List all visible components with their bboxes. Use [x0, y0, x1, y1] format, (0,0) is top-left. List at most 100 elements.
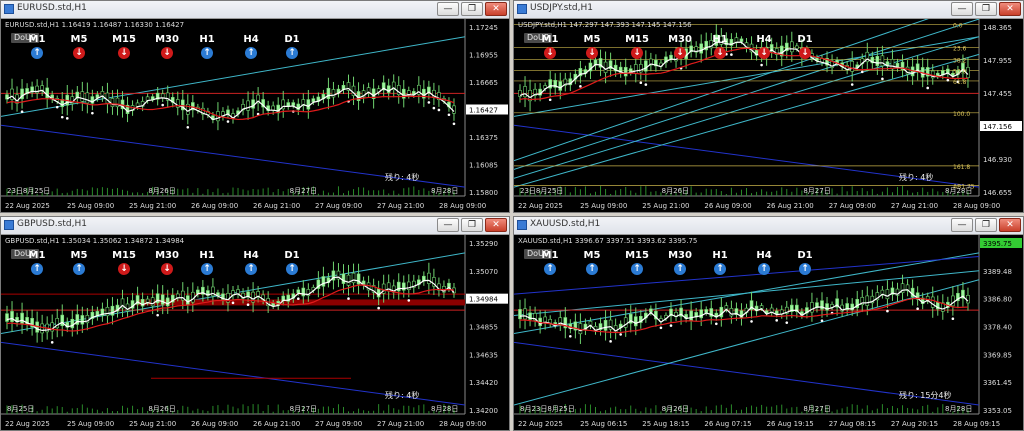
timeframe-up-icon: ↑ [245, 47, 257, 59]
price-axis-label: 1.16665 [469, 79, 498, 87]
timeframe-up-icon: ↑ [544, 263, 556, 275]
time-axis-label: 26 Aug 19:15 [767, 420, 814, 428]
timeframe-up-icon: ↑ [201, 47, 213, 59]
timeframe-label-m15: M15 [625, 34, 649, 45]
time-axis-label: 25 Aug 21:00 [129, 202, 176, 210]
timeframe-down-icon: ↓ [118, 263, 130, 275]
time-axis-label: 27 Aug 09:00 [315, 420, 362, 428]
chart-window-xau[interactable]: XAUUSD.std,H1 — ❐ ✕ 3395.75 3389.48 3386.80 337… [513, 216, 1024, 431]
minimize-button[interactable]: — [951, 2, 973, 16]
time-axis-label: 26 Aug 09:00 [191, 420, 238, 428]
timeframe-label-d1: D1 [797, 34, 813, 45]
time-axis-label: 22 Aug 2025 [518, 420, 563, 428]
trend-line [1, 36, 466, 117]
chart-area[interactable]: 3395.75 3389.48 3386.80 3378.40 3369.85 3361.… [514, 235, 1023, 430]
timeframe-label-m15: M15 [112, 250, 136, 261]
close-button[interactable]: ✕ [999, 2, 1021, 16]
timeframe-up-icon: ↑ [714, 263, 726, 275]
timeframe-down-icon: ↓ [161, 263, 173, 275]
time-axis-label: 25 Aug 09:00 [67, 420, 114, 428]
price-axis-label: 1.35290 [469, 240, 498, 248]
timeframe-label-m15: M15 [112, 34, 136, 45]
chart-area[interactable]: 1.17245 1.16955 1.16665 1.16427 1.16375 1.160… [1, 19, 509, 212]
timeframe-label-h1: H1 [199, 250, 215, 261]
timeframe-label-m1: M1 [28, 34, 46, 45]
chart-window-gbp[interactable]: GBPUSD.std,H1— ❐ ✕ 1.35290 1.35070 1.34984 1.3… [0, 216, 510, 431]
timeframe-up-icon: ↑ [286, 47, 298, 59]
time-axis-label: 27 Aug 21:00 [891, 202, 938, 210]
time-remaining: 残り: 15分4秒 [899, 391, 952, 400]
timeframe-down-icon: ↓ [73, 47, 85, 59]
timeframe-down-icon: ↓ [799, 47, 811, 59]
price-axis-label: 3353.05 [983, 407, 1012, 415]
price-axis-label: 147.955 [983, 57, 1012, 65]
maximize-button[interactable]: ❐ [975, 2, 997, 16]
timeframe-up-icon: ↑ [631, 263, 643, 275]
timeframe-up-icon: ↑ [73, 263, 85, 275]
price-axis-label: 1.35070 [469, 268, 498, 276]
close-button[interactable]: ✕ [999, 218, 1021, 232]
timeframe-label-m5: M5 [583, 250, 601, 261]
price-axis-label: 1.15800 [469, 189, 498, 197]
minimize-button[interactable]: — [951, 218, 973, 232]
price-axis-label: 148.365 [983, 24, 1012, 32]
time-axis-label: 22 Aug 2025 [518, 202, 563, 210]
time-axis-label: 22 Aug 2025 [5, 420, 50, 428]
date-marker: 8月27日 [803, 405, 830, 413]
fib-label: 161.8 [953, 164, 970, 171]
timeframe-down-icon: ↓ [631, 47, 643, 59]
timeframe-up-icon: ↑ [799, 263, 811, 275]
price-axis-label: 1.16375 [469, 134, 498, 142]
timeframe-label-d1: D1 [797, 250, 813, 261]
fib-label: 0.0 [953, 22, 963, 29]
minimize-button[interactable]: — [437, 218, 459, 232]
timeframe-label-d1: D1 [284, 34, 300, 45]
symbol-info: XAUUSD.std,H1 3396.67 3397.51 3393.62 33… [518, 237, 698, 245]
time-axis-label: 28 Aug 09:00 [953, 202, 1000, 210]
chart-area[interactable]: 148.365 147.955 147.455 147.156 146.930 146.6… [514, 19, 1023, 212]
date-marker: 8月28日 [431, 187, 458, 195]
timeframe-up-icon: ↑ [31, 47, 43, 59]
date-marker: 8月26日 [662, 187, 689, 195]
minimize-button[interactable]: — [437, 2, 459, 16]
time-axis-label: 26 Aug 09:00 [191, 202, 238, 210]
timeframe-down-icon: ↓ [118, 47, 130, 59]
timeframe-down-icon: ↓ [674, 47, 686, 59]
timeframe-up-icon: ↑ [245, 263, 257, 275]
title-bar[interactable]: EURUSD.std,H1 — ❐ ✕ [1, 1, 509, 19]
window-title: GBPUSD.std,H1 [17, 219, 87, 229]
chart-area[interactable]: 1.35290 1.35070 1.34984 1.34855 1.34635 1.344… [1, 235, 509, 430]
timeframe-label-m1: M1 [28, 250, 46, 261]
title-bar[interactable]: USDJPY.std,H1 — ❐ ✕ [514, 1, 1023, 19]
time-axis-label: 25 Aug 09:00 [580, 202, 627, 210]
close-button[interactable]: ✕ [485, 218, 507, 232]
timeframe-label-m30: M30 [155, 34, 179, 45]
close-button[interactable]: ✕ [485, 2, 507, 16]
price-axis-label: 147.455 [983, 90, 1012, 98]
price-axis-label: 3386.80 [983, 296, 1012, 304]
time-axis-label: 26 Aug 21:00 [767, 202, 814, 210]
chart-window-eur[interactable]: EURUSD.std,H1— ❐ ✕ 1.17245 1.16955 1.16665 1.1… [0, 0, 510, 213]
time-axis-label: 25 Aug 18:15 [642, 420, 689, 428]
date-marker: 8月26日 [148, 405, 175, 413]
chart-icon [517, 4, 527, 14]
chart-icon [4, 220, 14, 230]
fib-label: 61.8 [953, 79, 967, 86]
price-axis-label: 1.16955 [469, 52, 498, 60]
window-title: USDJPY.std,H1 [530, 3, 593, 13]
fib-label: 100.0 [953, 111, 970, 118]
maximize-button[interactable]: ❐ [461, 218, 483, 232]
price-axis-label: 3378.40 [983, 324, 1012, 332]
timeframe-label-h4: H4 [756, 250, 772, 261]
timeframe-label-h4: H4 [756, 34, 772, 45]
date-marker: 8月27日 [290, 405, 317, 413]
title-bar[interactable]: GBPUSD.std,H1 — ❐ ✕ [1, 217, 509, 235]
title-bar[interactable]: XAUUSD.std,H1 — ❐ ✕ [514, 217, 1023, 235]
maximize-button[interactable]: ❐ [975, 218, 997, 232]
timeframe-label-m30: M30 [155, 250, 179, 261]
price-axis-label: 1.17245 [469, 24, 498, 32]
maximize-button[interactable]: ❐ [461, 2, 483, 16]
window-title: XAUUSD.std,H1 [530, 219, 601, 229]
date-marker: 8月27日 [803, 187, 830, 195]
chart-window-jpy[interactable]: USDJPY.std,H1 — ❐ ✕ 148.365 147.955 147.455 147… [513, 0, 1024, 213]
